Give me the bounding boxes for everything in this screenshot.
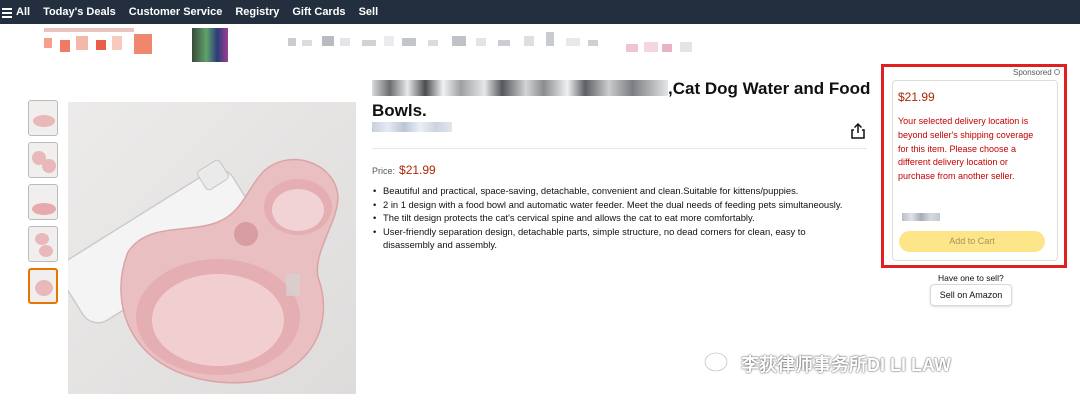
feature-bullets: Beautiful and practical, space-saving, d…: [372, 184, 847, 252]
product-title-line2: Bowls.: [372, 101, 427, 120]
watermark: 李荻律师事务所DI LI LAW: [703, 350, 951, 378]
nav-registry[interactable]: Registry: [235, 6, 279, 18]
watermark-text: 李荻律师事务所DI LI LAW: [741, 355, 951, 375]
main-product-image[interactable]: [68, 102, 356, 394]
nav-customer-service[interactable]: Customer Service: [129, 6, 223, 18]
image-thumbnail[interactable]: [28, 142, 58, 178]
price-row: Price: $21.99: [372, 163, 436, 177]
price-label: Price:: [372, 166, 396, 176]
highlight-annotation-frame: [881, 64, 1067, 268]
redacted-thumbnail-image: [192, 28, 228, 62]
nav-todays-deals[interactable]: Today's Deals: [43, 6, 116, 18]
image-thumbnail[interactable]: [28, 226, 58, 262]
nav-all-label: All: [16, 6, 31, 18]
nav-gift-cards[interactable]: Gift Cards: [292, 6, 345, 18]
image-thumbnail-selected[interactable]: [28, 268, 58, 304]
image-thumbnail[interactable]: [28, 100, 58, 136]
nav-sell[interactable]: Sell: [359, 6, 379, 18]
feature-bullet: 2 in 1 design with a food bowl and autom…: [372, 198, 847, 212]
product-title-visible: ,Cat Dog Water and Food: [668, 79, 871, 98]
redacted-title-text: [372, 80, 668, 96]
feature-bullet: Beautiful and practical, space-saving, d…: [372, 184, 847, 198]
price-value: $21.99: [399, 163, 436, 177]
pet-bowl-image: [68, 158, 339, 384]
redacted-banner: [0, 28, 1080, 64]
have-one-to-sell-text: Have one to sell?: [938, 273, 1004, 283]
sell-on-amazon-button[interactable]: Sell on Amazon: [930, 284, 1012, 306]
nav-all-button[interactable]: All: [2, 6, 30, 18]
top-nav-bar: All Today's Deals Customer Service Regis…: [0, 0, 1080, 24]
image-thumbnail[interactable]: [28, 184, 58, 220]
product-title: ,Cat Dog Water and Food Bowls.: [372, 78, 872, 122]
share-icon[interactable]: [850, 122, 866, 140]
feature-bullet: The tilt design protects the cat's cervi…: [372, 211, 847, 225]
wechat-icon: [703, 351, 737, 376]
title-divider: [372, 148, 867, 149]
redacted-brand-link[interactable]: [372, 122, 452, 132]
feature-bullet: User-friendly separation design, detacha…: [372, 225, 847, 252]
hamburger-menu-icon: [2, 7, 12, 18]
image-thumbnail-list: [28, 100, 58, 310]
product-page: All Today's Deals Customer Service Regis…: [0, 0, 1080, 413]
